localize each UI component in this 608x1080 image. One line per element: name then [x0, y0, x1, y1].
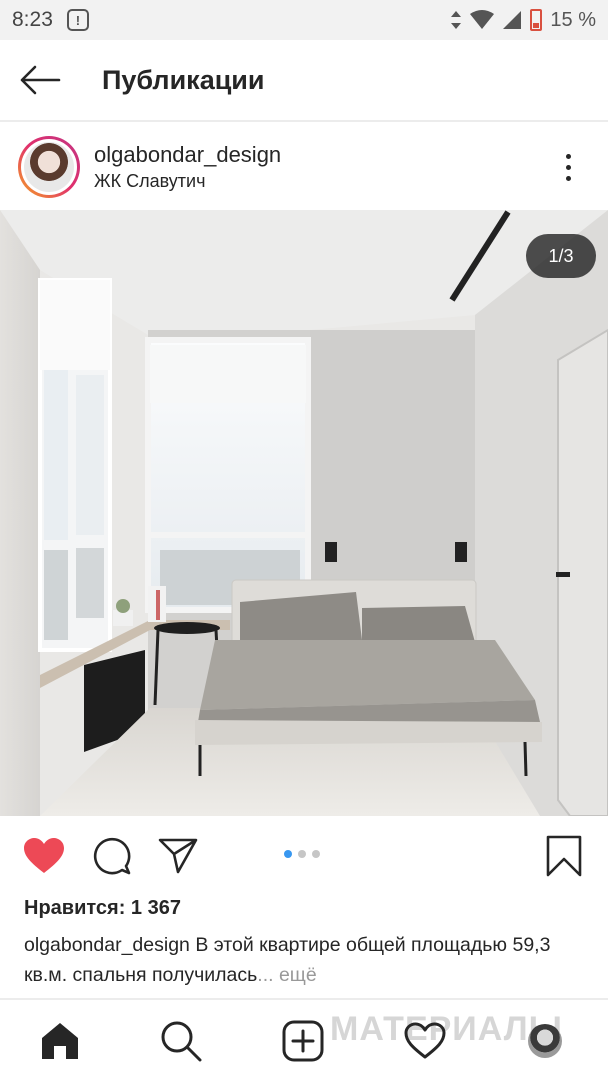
page-title: Публикации	[102, 64, 265, 95]
nav-profile[interactable]	[522, 1018, 568, 1064]
status-time: 8:23	[12, 8, 53, 31]
carousel-dot	[312, 850, 320, 858]
comment-icon	[93, 837, 131, 875]
add-post-icon	[282, 1020, 324, 1062]
profile-avatar	[528, 1024, 562, 1058]
avatar	[24, 142, 74, 192]
nav-home[interactable]	[37, 1018, 83, 1064]
status-indicators: 15 %	[450, 9, 596, 32]
send-icon	[158, 838, 198, 874]
more-dot-icon	[565, 164, 571, 170]
like-button[interactable]	[22, 834, 66, 878]
caption-username[interactable]: olgabondar_design	[24, 934, 190, 956]
caption-more-link[interactable]: ... ещё	[257, 964, 316, 986]
photo-counter: 1/3	[526, 234, 596, 278]
more-dot-icon	[565, 175, 571, 181]
likes-count[interactable]: Нравится: 1 367	[24, 897, 181, 920]
post-username[interactable]: olgabondar_design	[94, 142, 281, 168]
top-app-bar: Публикации	[0, 40, 608, 122]
post-location[interactable]: ЖК Славутич	[94, 171, 281, 192]
carousel-dot	[298, 850, 306, 858]
battery-icon	[530, 9, 543, 31]
back-button[interactable]	[0, 39, 80, 121]
bedroom-interior-image	[0, 210, 608, 816]
nav-search[interactable]	[158, 1018, 204, 1064]
status-bar: 8:23 ! 15 %	[0, 0, 608, 40]
bookmark-icon	[546, 835, 582, 877]
nav-activity[interactable]	[402, 1018, 448, 1064]
share-button[interactable]	[156, 834, 200, 878]
post-meta: olgabondar_design ЖК Славутич	[94, 142, 281, 192]
battery-percent: 15 %	[550, 8, 596, 31]
bottom-navigation: МАТЕРИАЛЫ	[0, 998, 608, 1080]
nav-new-post[interactable]	[280, 1018, 326, 1064]
arrow-left-icon	[20, 65, 61, 95]
search-icon	[161, 1021, 202, 1062]
post-actions	[0, 826, 608, 886]
heart-filled-icon	[24, 838, 64, 873]
carousel-indicator	[284, 850, 320, 858]
save-button[interactable]	[542, 834, 586, 878]
story-ring[interactable]	[18, 136, 80, 198]
post-caption: olgabondar_design В этой квартире общей …	[24, 930, 584, 990]
notification-app-icon: !	[66, 9, 89, 31]
more-options-button[interactable]	[558, 147, 578, 187]
home-icon	[42, 1023, 78, 1059]
wifi-icon	[470, 10, 495, 29]
heart-icon	[404, 1022, 446, 1059]
carousel-dot-active	[284, 850, 292, 858]
avatar-frame	[21, 139, 77, 195]
data-transfer-icon	[451, 11, 462, 29]
signal-icon	[503, 11, 522, 29]
post-photo[interactable]: 1/3	[0, 210, 608, 816]
comment-button[interactable]	[90, 834, 134, 878]
post-header: olgabondar_design ЖК Славутич	[0, 124, 608, 210]
more-dot-icon	[565, 153, 571, 159]
